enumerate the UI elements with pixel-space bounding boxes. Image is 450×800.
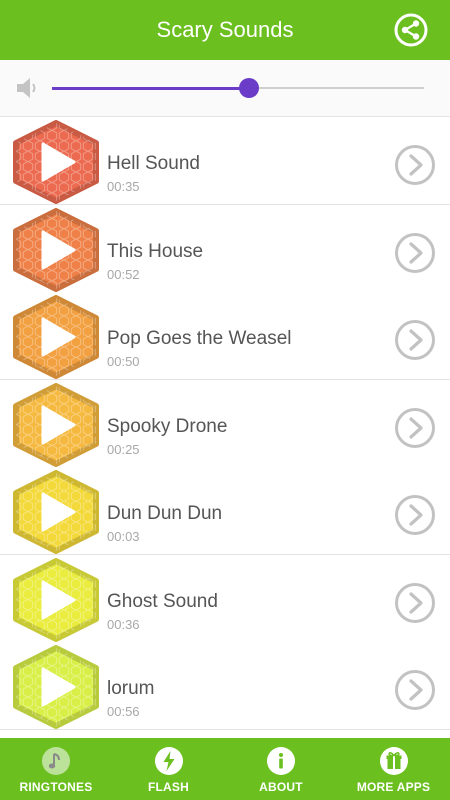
nav-tab-more-apps[interactable]: MORE APPS xyxy=(338,738,450,800)
flash-icon xyxy=(154,747,183,775)
nav-tab-ringtones[interactable]: RINGTONES xyxy=(0,738,112,800)
sound-name: Ghost Sound xyxy=(107,590,218,612)
play-button-icon[interactable] xyxy=(10,207,102,292)
nav-tab-label: MORE APPS xyxy=(356,780,431,794)
list-item[interactable]: Pop Goes the Weasel 00:50 xyxy=(0,292,450,380)
bottom-navigation: RINGTONES FLASH ABOUT MORE APPS xyxy=(0,738,450,800)
sound-duration: 00:52 xyxy=(107,266,140,282)
volume-slider-thumb[interactable] xyxy=(239,78,260,98)
speaker-icon[interactable] xyxy=(14,74,42,102)
app-header: Scary Sounds xyxy=(0,0,450,60)
sound-duration: 00:36 xyxy=(107,616,140,632)
music-note-icon xyxy=(42,747,70,775)
volume-slider-fill xyxy=(52,86,250,90)
chevron-right-icon[interactable] xyxy=(394,669,436,711)
chevron-right-icon[interactable] xyxy=(394,494,436,536)
play-button-icon[interactable] xyxy=(10,382,102,467)
nav-tab-label: ABOUT xyxy=(259,780,303,794)
list-item[interactable]: Dun Dun Dun 00:03 xyxy=(0,467,450,555)
list-item[interactable]: Ghost Sound 00:36 xyxy=(0,554,450,643)
sound-list: Hell Sound 00:35 This House 00:52 Pop Goes t… xyxy=(0,117,450,738)
sound-name: Hell Sound xyxy=(107,153,200,174)
list-item[interactable]: This House 00:52 xyxy=(0,204,450,293)
play-button-icon[interactable] xyxy=(10,120,102,204)
sound-duration: 00:56 xyxy=(107,704,140,719)
chevron-right-icon[interactable] xyxy=(394,144,436,186)
info-icon xyxy=(267,747,295,775)
nav-tab-about[interactable]: ABOUT xyxy=(225,738,337,800)
sound-duration: 00:25 xyxy=(107,441,140,457)
play-button-icon[interactable] xyxy=(10,557,102,642)
volume-control xyxy=(0,60,450,117)
nav-tab-label: RINGTONES xyxy=(19,780,93,794)
chevron-right-icon[interactable] xyxy=(394,319,436,361)
chevron-right-icon[interactable] xyxy=(394,232,436,274)
share-icon[interactable] xyxy=(394,13,428,47)
sound-name: lorum xyxy=(107,678,155,699)
play-button-icon[interactable] xyxy=(10,295,102,379)
sound-duration: 00:35 xyxy=(107,179,140,194)
list-item[interactable]: Hell Sound 00:35 xyxy=(0,117,450,205)
volume-slider[interactable] xyxy=(52,78,424,98)
sound-name: Spooky Drone xyxy=(107,415,228,437)
nav-tab-label: FLASH xyxy=(148,780,189,794)
play-button-icon[interactable] xyxy=(10,645,102,729)
sound-name: This House xyxy=(107,240,204,262)
sound-name: Pop Goes the Weasel xyxy=(107,328,292,349)
gift-icon xyxy=(379,747,408,775)
chevron-right-icon[interactable] xyxy=(394,407,436,449)
sound-name: Dun Dun Dun xyxy=(107,503,223,524)
list-item[interactable]: Spooky Drone 00:25 xyxy=(0,379,450,468)
play-button-icon[interactable] xyxy=(10,470,102,554)
chevron-right-icon[interactable] xyxy=(394,582,436,624)
sound-duration: 00:03 xyxy=(107,529,140,544)
app-title: Scary Sounds xyxy=(156,17,294,42)
sound-duration: 00:50 xyxy=(107,354,140,369)
nav-tab-flash[interactable]: FLASH xyxy=(113,738,225,800)
list-item[interactable]: lorum 00:56 xyxy=(0,642,450,730)
